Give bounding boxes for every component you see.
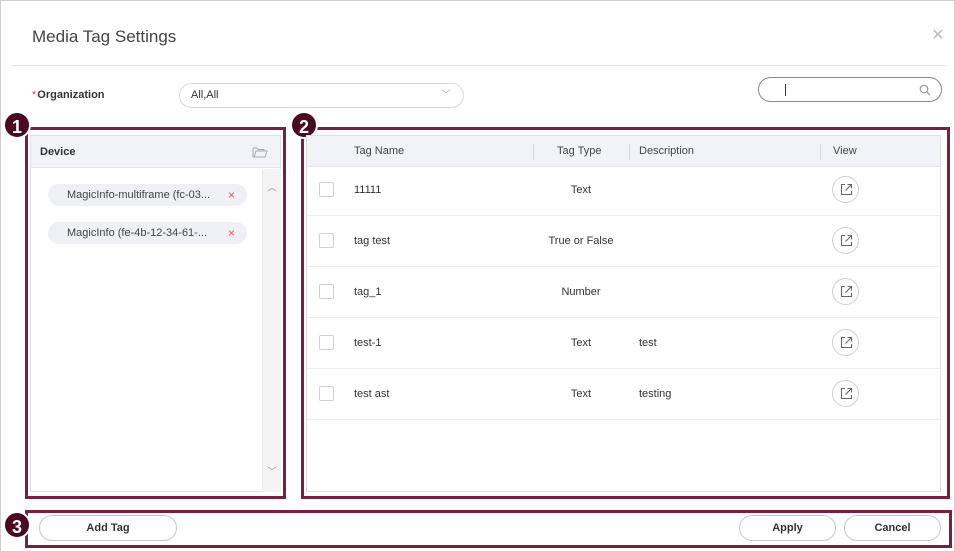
external-link-icon [840,183,853,196]
external-link-icon [840,234,853,247]
column-header-view: View [833,145,857,157]
tag-name-cell: tag_1 [354,286,382,298]
device-list-scrollbar[interactable]: ︿ ﹀ [262,169,281,492]
device-chip: MagicInfo (fe-4b-12-34-61-... × [48,222,247,244]
organization-label: *Organization [32,89,105,101]
tag-name-cell: test ast [354,388,390,400]
column-header-tag-type: Tag Type [557,145,602,157]
scroll-down-icon[interactable]: ﹀ [267,463,277,478]
apply-button[interactable]: Apply [739,515,836,541]
remove-device-icon[interactable]: × [228,184,235,206]
organization-label-text: Organization [37,89,105,101]
callout-badge-3: 3 [3,511,31,539]
device-panel-title: Device [40,146,76,158]
device-chip-label: MagicInfo-multiframe (fc-03... [67,189,211,201]
add-tag-button[interactable]: Add Tag [39,515,177,541]
tag-name-cell: tag test [354,235,391,247]
search-input[interactable] [758,77,942,102]
column-header-tag-name: Tag Name [354,145,405,157]
device-panel: Device MagicInfo-multiframe (fc-03... × … [30,135,281,492]
table-row[interactable]: 11111 Text [307,165,940,216]
tag-table: Tag Name Tag Type Description View 11111… [306,135,941,492]
dialog-title: Media Tag Settings [32,27,177,46]
table-row[interactable]: tag test True or False [307,216,940,267]
text-caret [785,84,786,96]
chevron-down-icon: ﹀ [441,90,451,101]
table-row[interactable]: tag_1 Number [307,267,940,318]
tag-name-cell: 11111 [354,184,382,196]
view-button[interactable] [832,176,859,203]
search-icon[interactable] [919,84,931,96]
device-chip: MagicInfo-multiframe (fc-03... × [48,184,247,206]
table-row[interactable]: test ast Text testing [307,369,940,420]
device-panel-header: Device [31,136,280,168]
tag-type-cell: True or False [548,235,614,247]
tag-type-cell: Number [561,286,601,298]
row-checkbox[interactable] [319,284,334,299]
column-divider [629,144,630,160]
column-divider [533,144,534,160]
description-cell: test [639,337,657,349]
row-checkbox[interactable] [319,182,334,197]
tag-type-cell: Text [570,184,592,196]
table-row[interactable]: test-1 Text test [307,318,940,369]
tag-type-cell: Text [570,388,592,400]
required-mark: * [32,89,37,101]
view-button[interactable] [832,227,859,254]
view-button[interactable] [832,329,859,356]
row-checkbox[interactable] [319,386,334,401]
view-button[interactable] [832,278,859,305]
tag-name-cell: test-1 [354,337,382,349]
folder-open-icon[interactable] [252,146,268,158]
device-chip-label: MagicInfo (fe-4b-12-34-61-... [67,227,208,239]
description-cell: testing [639,388,672,400]
header-divider [11,65,946,66]
remove-device-icon[interactable]: × [228,222,235,244]
column-header-description: Description [639,145,695,157]
external-link-icon [840,387,853,400]
column-divider [820,144,821,160]
callout-badge-1: 1 [3,111,31,139]
external-link-icon [840,285,853,298]
organization-select[interactable]: All,All ﹀ [179,83,464,108]
external-link-icon [840,336,853,349]
scroll-up-icon[interactable]: ︿ [267,179,277,194]
tag-type-cell: Text [570,337,592,349]
close-icon[interactable]: ✕ [931,28,945,44]
tag-table-header: Tag Name Tag Type Description View [307,136,940,167]
view-button[interactable] [832,380,859,407]
media-tag-settings-dialog: Media Tag Settings ✕ *Organization All,A… [0,0,955,552]
row-checkbox[interactable] [319,335,334,350]
row-checkbox[interactable] [319,233,334,248]
cancel-button[interactable]: Cancel [844,515,941,541]
organization-select-value: All,All [191,89,219,101]
